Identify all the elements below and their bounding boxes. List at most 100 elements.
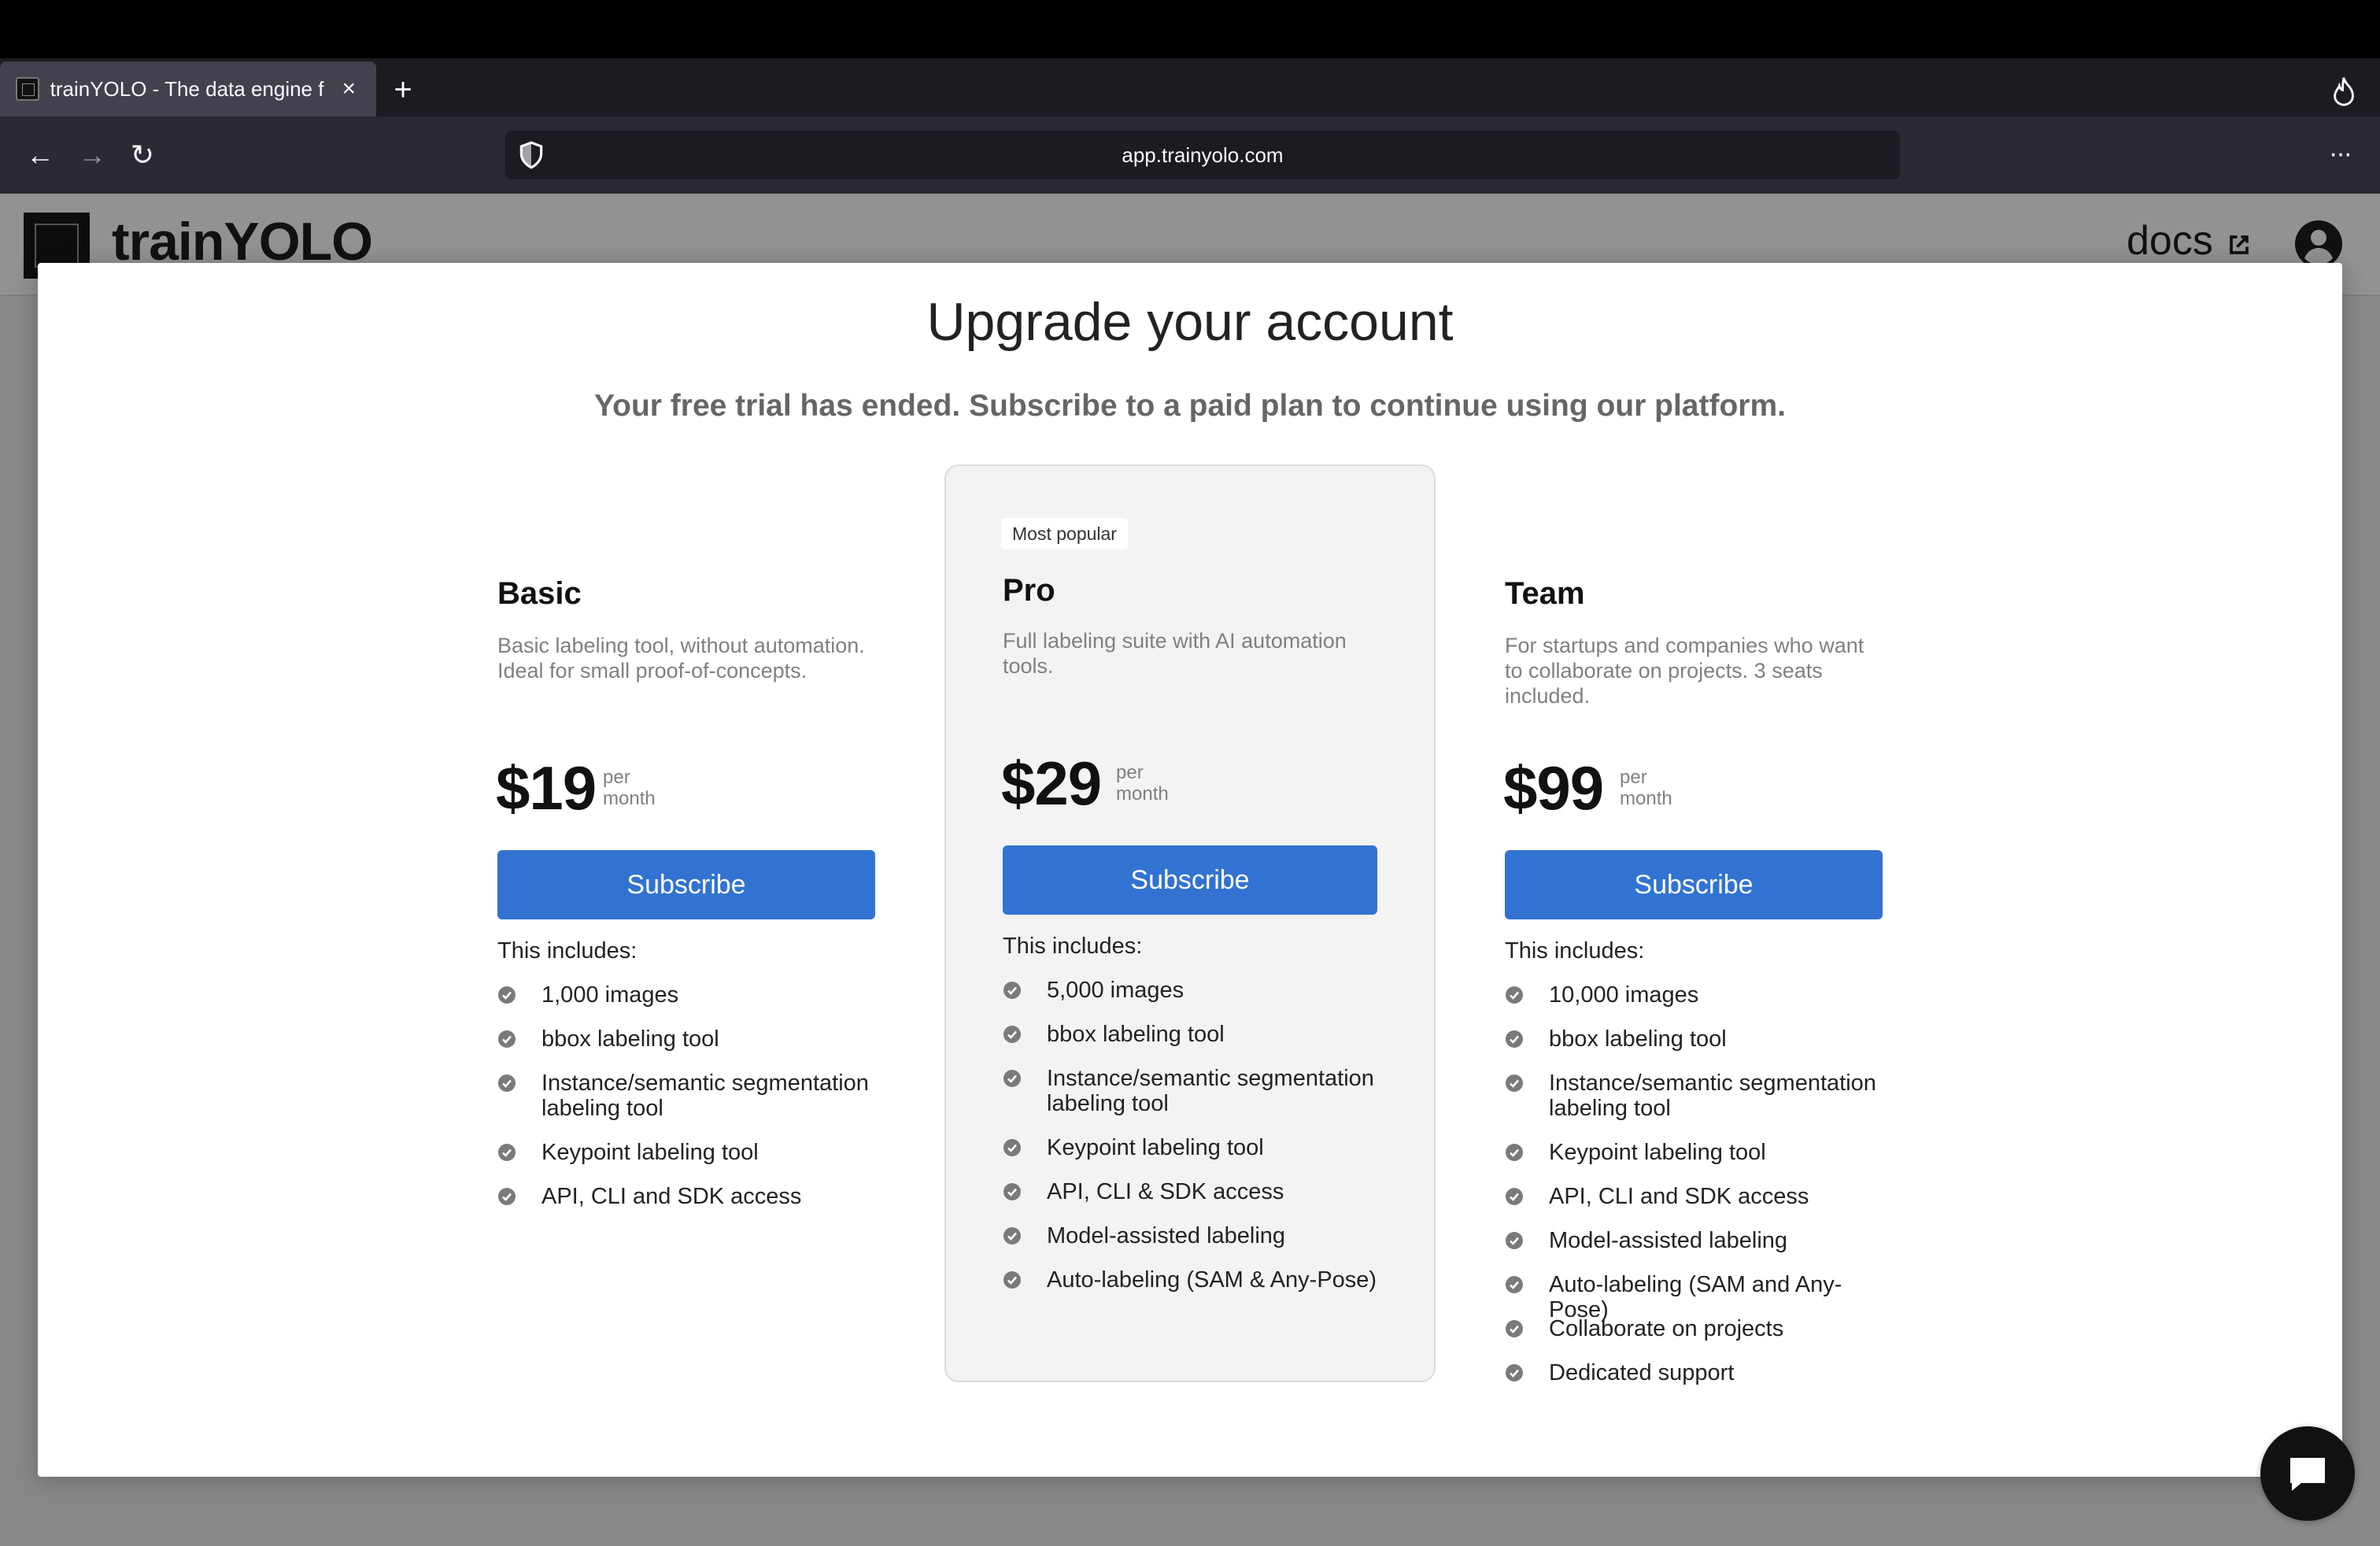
tab-title: trainYOLO - The data engine f	[50, 76, 324, 101]
feature-text: Collaborate on projects	[1549, 1316, 1784, 1341]
subscribe-team-button[interactable]: Subscribe	[1505, 850, 1883, 919]
feature-text: bbox labeling tool	[1549, 1026, 1727, 1052]
feature-text: Auto-labeling (SAM and Any-Pose)	[1549, 1272, 1842, 1322]
feature-text: bbox labeling tool	[541, 1026, 719, 1052]
chat-bubble-icon[interactable]	[2282, 1448, 2333, 1499]
feature-item: API, CLI & SDK access	[1003, 1179, 1388, 1204]
plan-period-team: per month	[1620, 767, 1672, 809]
feature-item: Auto-labeling (SAM and Any-Pose)	[1505, 1272, 1890, 1322]
check-circle-icon	[1505, 1143, 1524, 1162]
check-circle-icon	[1003, 1270, 1022, 1289]
feature-text: 10,000 images	[1549, 982, 1699, 1008]
external-link-icon	[2230, 235, 2249, 254]
modal-subtitle: Your free trial has ended. Subscribe to …	[594, 389, 1786, 423]
check-circle-icon	[1003, 1182, 1022, 1201]
feature-item: API, CLI and SDK access	[1505, 1184, 1890, 1209]
new-tab-button[interactable]: +	[386, 72, 420, 107]
url-text[interactable]: app.trainyolo.com	[505, 131, 1900, 179]
feature-text: Dedicated support	[1549, 1360, 1735, 1385]
check-circle-icon	[1505, 986, 1524, 1004]
check-circle-icon	[497, 986, 516, 1004]
check-circle-icon	[497, 1187, 516, 1206]
plan-period-basic: per month	[603, 767, 656, 809]
feature-text: bbox labeling tool	[1047, 1022, 1225, 1047]
os-top-bar	[0, 0, 2380, 58]
favicon-icon	[16, 77, 39, 101]
modal-title: Upgrade your account	[926, 292, 1454, 352]
flame-icon[interactable]	[2330, 76, 2358, 107]
check-circle-icon	[1505, 1319, 1524, 1338]
docs-link[interactable]: docs	[2127, 217, 2213, 264]
feature-item: 10,000 images	[1505, 982, 1890, 1008]
feature-item: bbox labeling tool	[1003, 1022, 1388, 1047]
browser-tab[interactable]: trainYOLO - The data engine f ×	[0, 61, 376, 117]
per-label: per	[1620, 767, 1647, 788]
feature-text: Instance/semantic segmentation labeling …	[541, 1071, 869, 1121]
plan-price-pro: $29	[1001, 749, 1102, 818]
check-circle-icon	[1505, 1275, 1524, 1294]
forward-button[interactable]: →	[72, 135, 112, 175]
check-circle-icon	[1003, 981, 1022, 1000]
check-circle-icon	[1505, 1074, 1524, 1093]
plan-name-pro: Pro	[1003, 573, 1055, 608]
feature-text: Auto-labeling (SAM & Any-Pose)	[1047, 1267, 1377, 1293]
feature-item: Model-assisted labeling	[1003, 1223, 1388, 1248]
feature-item: Instance/semantic segmentation labeling …	[1003, 1066, 1388, 1116]
feature-text: API, CLI and SDK access	[1549, 1184, 1809, 1209]
check-circle-icon	[1003, 1069, 1022, 1088]
feature-text: 1,000 images	[541, 982, 679, 1008]
back-button[interactable]: ←	[20, 135, 60, 175]
feature-text: API, CLI and SDK access	[541, 1184, 802, 1209]
reload-button[interactable]: ↻	[123, 135, 162, 175]
check-circle-icon	[1505, 1030, 1524, 1049]
feature-text: Model-assisted labeling	[1047, 1223, 1286, 1248]
plan-period-pro: per month	[1116, 762, 1169, 804]
plan-price-basic: $19	[496, 753, 597, 823]
check-circle-icon	[497, 1143, 516, 1162]
check-circle-icon	[1003, 1138, 1022, 1157]
feature-item: Dedicated support	[1505, 1360, 1890, 1385]
check-circle-icon	[497, 1074, 516, 1093]
per-label: per	[603, 767, 630, 788]
subscribe-basic-button[interactable]: Subscribe	[497, 850, 875, 919]
feature-item: Keypoint labeling tool	[1003, 1135, 1388, 1160]
feature-item: Instance/semantic segmentation labeling …	[497, 1071, 883, 1121]
feature-text: 5,000 images	[1047, 978, 1184, 1003]
feature-text: Instance/semantic segmentation labeling …	[1047, 1066, 1374, 1116]
plan-description-basic: Basic labeling tool, without automation.…	[497, 634, 865, 682]
feature-item: 1,000 images	[497, 982, 883, 1008]
feature-text: Instance/semantic segmentation labeling …	[1549, 1071, 1876, 1121]
feature-item: Model-assisted labeling	[1505, 1228, 1890, 1253]
includes-label-pro: This includes:	[1003, 934, 1143, 959]
check-circle-icon	[497, 1030, 516, 1049]
subscribe-pro-button[interactable]: Subscribe	[1003, 845, 1377, 915]
check-circle-icon	[1003, 1025, 1022, 1044]
menu-icon[interactable]: ···	[2320, 135, 2360, 175]
plan-description-team: For startups and companies who want to c…	[1505, 634, 1864, 708]
check-circle-icon	[1003, 1226, 1022, 1245]
feature-item: Collaborate on projects	[1505, 1316, 1890, 1341]
includes-label-team: This includes:	[1505, 938, 1645, 963]
check-circle-icon	[1505, 1187, 1524, 1206]
feature-item: Keypoint labeling tool	[497, 1140, 883, 1165]
plan-name-team: Team	[1505, 576, 1585, 611]
close-tab-icon[interactable]: ×	[337, 76, 360, 102]
feature-text: Keypoint labeling tool	[1549, 1140, 1766, 1165]
period-label: month	[603, 788, 656, 809]
plan-description-pro: Full labeling suite with AI automation t…	[1003, 629, 1347, 678]
includes-label-basic: This includes:	[497, 938, 638, 963]
feature-text: Model-assisted labeling	[1549, 1228, 1788, 1253]
most-popular-badge: Most popular	[1001, 518, 1128, 549]
feature-item: Instance/semantic segmentation labeling …	[1505, 1071, 1890, 1121]
plan-price-team: $99	[1503, 753, 1604, 823]
check-circle-icon	[1505, 1363, 1524, 1382]
period-label: month	[1116, 783, 1169, 804]
feature-text: Keypoint labeling tool	[541, 1140, 759, 1165]
feature-text: API, CLI & SDK access	[1047, 1179, 1284, 1204]
feature-item: bbox labeling tool	[497, 1026, 883, 1052]
feature-item: 5,000 images	[1003, 978, 1388, 1003]
browser-window: trainYOLO - The data engine f × + ← → ↻ …	[0, 0, 2380, 1546]
account-icon[interactable]	[2293, 219, 2344, 269]
feature-text: Keypoint labeling tool	[1047, 1135, 1264, 1160]
check-circle-icon	[1505, 1231, 1524, 1250]
